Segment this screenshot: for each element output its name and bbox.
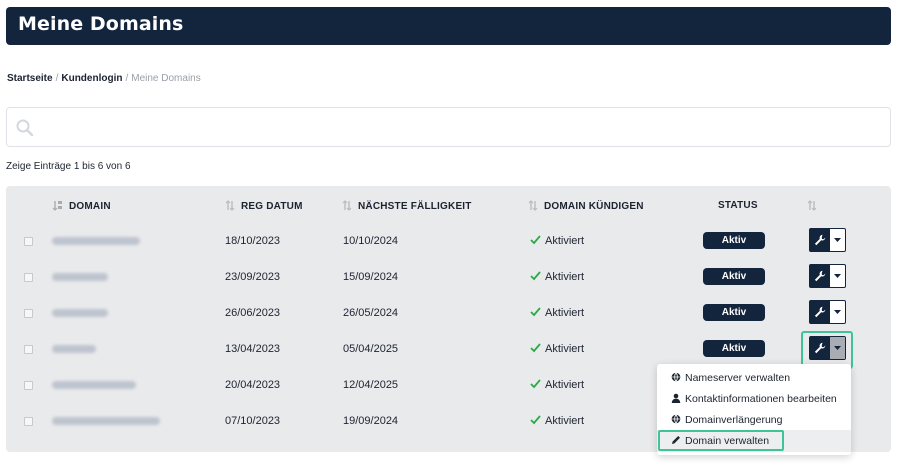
breadcrumb-separator: / <box>125 73 129 84</box>
row-checkbox[interactable] <box>24 309 33 318</box>
wrench-icon <box>810 301 830 323</box>
caret-down-icon[interactable] <box>830 337 845 359</box>
domain-name-blurred[interactable] <box>52 237 140 245</box>
sort-icon <box>342 200 352 211</box>
search-box[interactable] <box>6 107 891 147</box>
wrench-icon <box>810 337 830 359</box>
status-badge: Aktiv <box>703 268 765 285</box>
reg-date: 26/06/2023 <box>225 307 281 319</box>
highlight-frame <box>658 430 784 451</box>
cancel-status-label: Aktiviert <box>545 379 585 391</box>
page-title: Meine Domains <box>18 13 184 35</box>
menu-item-nameserver[interactable]: Nameserver verwalten <box>671 372 790 384</box>
cancel-status: Aktiviert <box>530 415 584 427</box>
actions-dropdown-button[interactable] <box>809 336 846 360</box>
domain-name-blurred[interactable] <box>52 309 108 317</box>
breadcrumb-login-link[interactable]: Kundenlogin <box>61 73 122 84</box>
user-icon <box>671 393 681 403</box>
column-header-domain[interactable]: DOMAIN <box>52 200 111 212</box>
breadcrumb-current: Meine Domains <box>131 73 201 84</box>
reg-date: 13/04/2023 <box>225 343 281 355</box>
row-checkbox[interactable] <box>24 273 33 282</box>
domain-name-blurred[interactable] <box>52 417 160 425</box>
sort-alpha-icon <box>52 201 62 211</box>
status-badge: Aktiv <box>703 304 765 321</box>
column-header-kuendigen[interactable]: DOMAIN KÜNDIGEN <box>528 200 644 212</box>
domain-name-blurred[interactable] <box>52 273 108 281</box>
menu-item-label: Nameserver verwalten <box>685 372 791 384</box>
cancel-status: Aktiviert <box>530 307 584 319</box>
menu-item-contact[interactable]: Kontaktinformationen bearbeiten <box>671 393 837 405</box>
wrench-icon <box>810 265 830 287</box>
cancel-status: Aktiviert <box>530 343 584 355</box>
cancel-status: Aktiviert <box>530 271 584 283</box>
check-icon <box>530 235 541 245</box>
cancel-status-label: Aktiviert <box>545 415 585 427</box>
caret-down-icon[interactable] <box>830 265 845 287</box>
column-header-actions[interactable] <box>807 200 823 212</box>
column-label: DOMAIN <box>69 201 111 212</box>
caret-down-icon[interactable] <box>830 301 845 323</box>
domain-name-blurred[interactable] <box>52 345 96 353</box>
due-date: 12/04/2025 <box>343 379 399 391</box>
reg-date: 20/04/2023 <box>225 379 281 391</box>
column-label: DOMAIN KÜNDIGEN <box>544 201 644 212</box>
row-checkbox[interactable] <box>24 381 33 390</box>
check-icon <box>530 271 541 281</box>
search-icon <box>16 119 34 137</box>
breadcrumb: Startseite / Kundenlogin / Meine Domains <box>7 73 201 84</box>
sort-icon <box>807 200 817 211</box>
breadcrumb-separator: / <box>55 73 59 84</box>
actions-dropdown-button[interactable] <box>809 264 846 288</box>
reg-date: 18/10/2023 <box>225 235 281 247</box>
wrench-icon <box>810 229 830 251</box>
due-date: 19/09/2024 <box>343 415 399 427</box>
globe-icon <box>671 372 681 382</box>
sort-icon <box>225 200 235 211</box>
column-label: NÄCHSTE FÄLLIGKEIT <box>358 201 472 212</box>
cancel-status-label: Aktiviert <box>545 235 585 247</box>
column-header-status[interactable]: STATUS <box>718 200 758 211</box>
due-date: 10/10/2024 <box>343 235 399 247</box>
check-icon <box>530 307 541 317</box>
domain-name-blurred[interactable] <box>52 381 136 389</box>
row-checkbox[interactable] <box>24 345 33 354</box>
row-checkbox[interactable] <box>24 417 33 426</box>
column-label: REG DATUM <box>241 201 303 212</box>
check-icon <box>530 415 541 425</box>
search-input[interactable] <box>43 114 873 140</box>
check-icon <box>530 379 541 389</box>
table-info: Zeige Einträge 1 bis 6 von 6 <box>6 161 131 172</box>
reg-date: 23/09/2023 <box>225 271 281 283</box>
reg-date: 07/10/2023 <box>225 415 281 427</box>
row-checkbox[interactable] <box>24 237 33 246</box>
check-icon <box>530 343 541 353</box>
column-header-reg-datum[interactable]: REG DATUM <box>225 200 303 212</box>
cancel-status: Aktiviert <box>530 235 584 247</box>
cancel-status: Aktiviert <box>530 379 584 391</box>
actions-dropdown-button[interactable] <box>809 300 846 324</box>
caret-down-icon[interactable] <box>830 229 845 251</box>
due-date: 26/05/2024 <box>343 307 399 319</box>
actions-dropdown-button[interactable] <box>809 228 846 252</box>
globe-icon <box>671 414 681 424</box>
sort-icon <box>528 200 538 211</box>
cancel-status-label: Aktiviert <box>545 307 585 319</box>
column-header-faelligkeit[interactable]: NÄCHSTE FÄLLIGKEIT <box>342 200 472 212</box>
status-badge: Aktiv <box>703 232 765 249</box>
page-header: Meine Domains <box>6 7 891 45</box>
menu-item-label: Kontaktinformationen bearbeiten <box>685 393 837 405</box>
due-date: 05/04/2025 <box>343 343 399 355</box>
status-badge: Aktiv <box>703 340 765 357</box>
column-label: STATUS <box>718 200 758 211</box>
menu-item-label: Domainverlängerung <box>685 414 783 426</box>
menu-item-renewal[interactable]: Domainverlängerung <box>671 414 782 426</box>
cancel-status-label: Aktiviert <box>545 271 585 283</box>
cancel-status-label: Aktiviert <box>545 343 585 355</box>
due-date: 15/09/2024 <box>343 271 399 283</box>
breadcrumb-home-link[interactable]: Startseite <box>7 73 53 84</box>
